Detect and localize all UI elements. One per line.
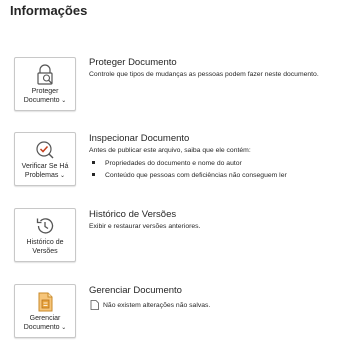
section-description: Não existem alterações não salvas. — [90, 300, 210, 310]
section-description: Controle que tipos de mudanças as pessoa… — [89, 71, 319, 78]
section-description: Antes de publicar este arquivo, saiba qu… — [89, 147, 251, 154]
bullet-text: Propriedades do documento e nome do auto… — [105, 160, 242, 167]
manage-document-button[interactable]: Gerenciar Documento ⌄ — [14, 284, 76, 338]
chevron-down-icon: ⌄ — [59, 98, 67, 104]
lock-search-icon — [37, 64, 53, 85]
page-title: Informações — [10, 3, 88, 18]
bullet-icon — [92, 160, 95, 164]
section-description: Exibir e restaurar versões anteriores. — [89, 223, 201, 230]
chevron-down-icon: ⌄ — [58, 173, 66, 179]
tile-label-line1: Verificar Se Há — [21, 163, 69, 170]
tile-label-line2: Problemas — [24, 172, 59, 179]
document-icon — [90, 300, 99, 310]
history-icon — [36, 218, 54, 234]
bullet-item: Propriedades do documento e nome do auto… — [92, 160, 242, 167]
manage-document-icon — [38, 292, 53, 312]
section-title: Proteger Documento — [89, 57, 177, 68]
section-title: Inspecionar Documento — [89, 133, 190, 144]
chevron-down-icon: ⌄ — [59, 325, 67, 331]
tile-label-line1: Gerenciar — [29, 315, 61, 322]
protect-document-button[interactable]: Proteger Documento ⌄ — [14, 57, 76, 111]
tile-label-line1: Proteger — [31, 88, 59, 95]
tile-label-line2: Documento — [23, 97, 60, 104]
section-title: Histórico de Versões — [89, 209, 177, 220]
bullet-item: Conteúdo que pessoas com deficiências nã… — [92, 172, 287, 179]
bullet-text: Conteúdo que pessoas com deficiências nã… — [105, 172, 287, 179]
version-history-button[interactable]: Histórico de Versões — [14, 208, 76, 262]
inspect-document-icon — [36, 141, 54, 159]
section-title: Gerenciar Documento — [89, 285, 182, 296]
check-issues-button[interactable]: Verificar Se Há Problemas ⌄ — [14, 132, 76, 186]
section-description-text: Não existem alterações não salvas. — [103, 301, 211, 309]
tile-label-line1: Histórico de — [26, 239, 64, 246]
tile-label-line2: Versões — [32, 248, 58, 255]
bullet-icon — [92, 172, 95, 176]
tile-label-line2: Documento — [23, 324, 60, 331]
